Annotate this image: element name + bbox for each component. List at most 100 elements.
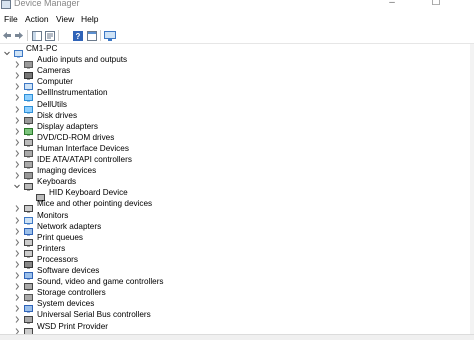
network-icon — [24, 223, 33, 236]
tree-item-label: IDE ATA/ATAPI controllers — [37, 155, 132, 164]
tree-item[interactable]: Audio inputs and outputs — [0, 55, 470, 69]
tree-item-label: Sound, video and game controllers — [37, 277, 164, 287]
tree-item-label: Software devices — [37, 266, 100, 275]
vertical-scrollbar[interactable] — [470, 44, 474, 334]
tree-item-label: DellInstrumentation — [37, 88, 108, 98]
processor-icon — [24, 256, 33, 269]
chevron-right-icon[interactable] — [13, 56, 21, 68]
dvd-icon — [24, 134, 33, 147]
menu-view[interactable]: View — [56, 14, 74, 24]
chevron-right-icon[interactable] — [13, 89, 21, 102]
mouse-icon — [24, 200, 33, 213]
keyboard-icon — [36, 189, 45, 202]
computer-icon — [14, 45, 23, 58]
system-icon — [24, 300, 33, 313]
forward-icon[interactable] — [14, 30, 24, 41]
maximize-icon[interactable]: ☐ — [428, 0, 444, 8]
tree-item-label: Imaging devices — [37, 166, 97, 176]
ide-icon — [24, 156, 33, 169]
chevron-right-icon[interactable] — [13, 78, 21, 91]
svg-text:?: ? — [75, 32, 80, 41]
chevron-right-icon[interactable] — [13, 123, 21, 135]
details-icon[interactable] — [86, 30, 97, 41]
menu-bar: File Action View Help — [0, 12, 474, 28]
printer-icon — [24, 234, 33, 247]
chevron-right-icon[interactable] — [13, 256, 21, 268]
menu-file[interactable]: File — [4, 14, 18, 24]
chevron-right-icon[interactable] — [13, 311, 21, 324]
tree-item[interactable]: Mice and other pointing devices — [0, 199, 470, 213]
device-tree: CM1-PC Audio inputs and outputs Cameras Com… — [0, 44, 470, 334]
chevron-right-icon[interactable] — [13, 212, 21, 224]
printer-icon — [24, 245, 33, 258]
menu-action[interactable]: Action — [25, 14, 49, 24]
device-icon — [24, 101, 33, 113]
sound-icon — [24, 278, 33, 291]
tree-item-label: Universal Serial Bus controllers — [37, 310, 151, 320]
usb-icon — [24, 311, 33, 324]
horizontal-scrollbar[interactable] — [0, 334, 474, 340]
minimize-icon[interactable]: – — [384, 0, 400, 8]
chevron-right-icon[interactable] — [13, 289, 21, 302]
software-icon — [24, 267, 33, 280]
chevron-right-icon[interactable] — [13, 200, 21, 213]
tree-item-label: Cameras — [37, 66, 71, 76]
chevron-right-icon[interactable] — [13, 112, 21, 124]
tree-item-label: Computer — [37, 77, 73, 87]
chevron-right-icon[interactable] — [13, 67, 21, 80]
chevron-right-icon[interactable] — [13, 134, 21, 146]
chevron-right-icon[interactable] — [13, 245, 21, 257]
chevron-right-icon[interactable] — [13, 223, 21, 235]
chevron-right-icon[interactable] — [13, 101, 21, 113]
menu-help[interactable]: Help — [81, 14, 98, 24]
display-adapter-icon — [24, 123, 33, 136]
tree-item-label: DVD/CD-ROM drives — [37, 132, 115, 142]
toolbar-separator — [58, 30, 59, 41]
tree-item-label: WSD Print Provider — [37, 321, 108, 331]
tree-item-label: Network adapters — [37, 221, 102, 231]
chevron-right-icon[interactable] — [13, 300, 21, 313]
tree-item[interactable]: Print queues — [0, 232, 470, 247]
show-hide-tree-icon[interactable] — [31, 30, 42, 41]
chevron-right-icon[interactable] — [13, 278, 21, 290]
hid-icon — [24, 145, 33, 158]
imaging-icon — [24, 167, 33, 180]
tree-item-label: Human Interface Devices — [37, 143, 129, 153]
chevron-right-icon[interactable] — [13, 234, 21, 246]
chevron-down-icon[interactable] — [3, 45, 11, 56]
printer-icon — [24, 323, 33, 334]
tree-child-label: HID Keyboard Device — [49, 188, 128, 198]
toolbar: ? — [0, 28, 474, 44]
tree-item-label: Display adapters — [37, 121, 98, 131]
tree-item-label: Mice and other pointing devices — [37, 199, 153, 209]
monitor-icon — [24, 78, 33, 91]
chevron-right-icon[interactable] — [13, 323, 21, 334]
tree-root-label: CM1-PC — [26, 44, 58, 53]
device-icon — [24, 89, 33, 102]
tree-item-label: Print queues — [37, 232, 83, 242]
chevron-right-icon[interactable] — [13, 167, 21, 179]
storage-icon — [24, 289, 33, 302]
chevron-right-icon[interactable] — [13, 145, 21, 157]
toolbar-separator — [27, 30, 28, 41]
tree-item-label: Audio inputs and outputs — [37, 55, 128, 65]
properties-icon[interactable] — [44, 30, 55, 41]
back-icon[interactable] — [2, 30, 12, 41]
camera-icon — [24, 67, 33, 80]
tree-item[interactable]: DellInstrumentation — [0, 88, 470, 102]
tree-item[interactable]: WSD Print Provider — [0, 321, 470, 334]
chevron-down-icon[interactable] — [13, 178, 21, 189]
tree-item-label: Keyboards — [37, 177, 77, 187]
tree-item-label: Disk drives — [37, 110, 78, 120]
help-icon[interactable]: ? — [72, 30, 83, 41]
window-title: Device Manager — [14, 0, 80, 8]
tree-item-label: Monitors — [37, 210, 69, 220]
tree-item-label: Printers — [37, 243, 66, 253]
chevron-right-icon[interactable] — [13, 156, 21, 168]
keyboard-icon — [24, 178, 33, 191]
monitor-icon[interactable] — [104, 30, 116, 41]
disk-icon — [24, 112, 33, 125]
chevron-right-icon[interactable] — [13, 267, 21, 279]
monitor-icon — [24, 212, 33, 224]
tree-item-label: System devices — [37, 299, 95, 309]
